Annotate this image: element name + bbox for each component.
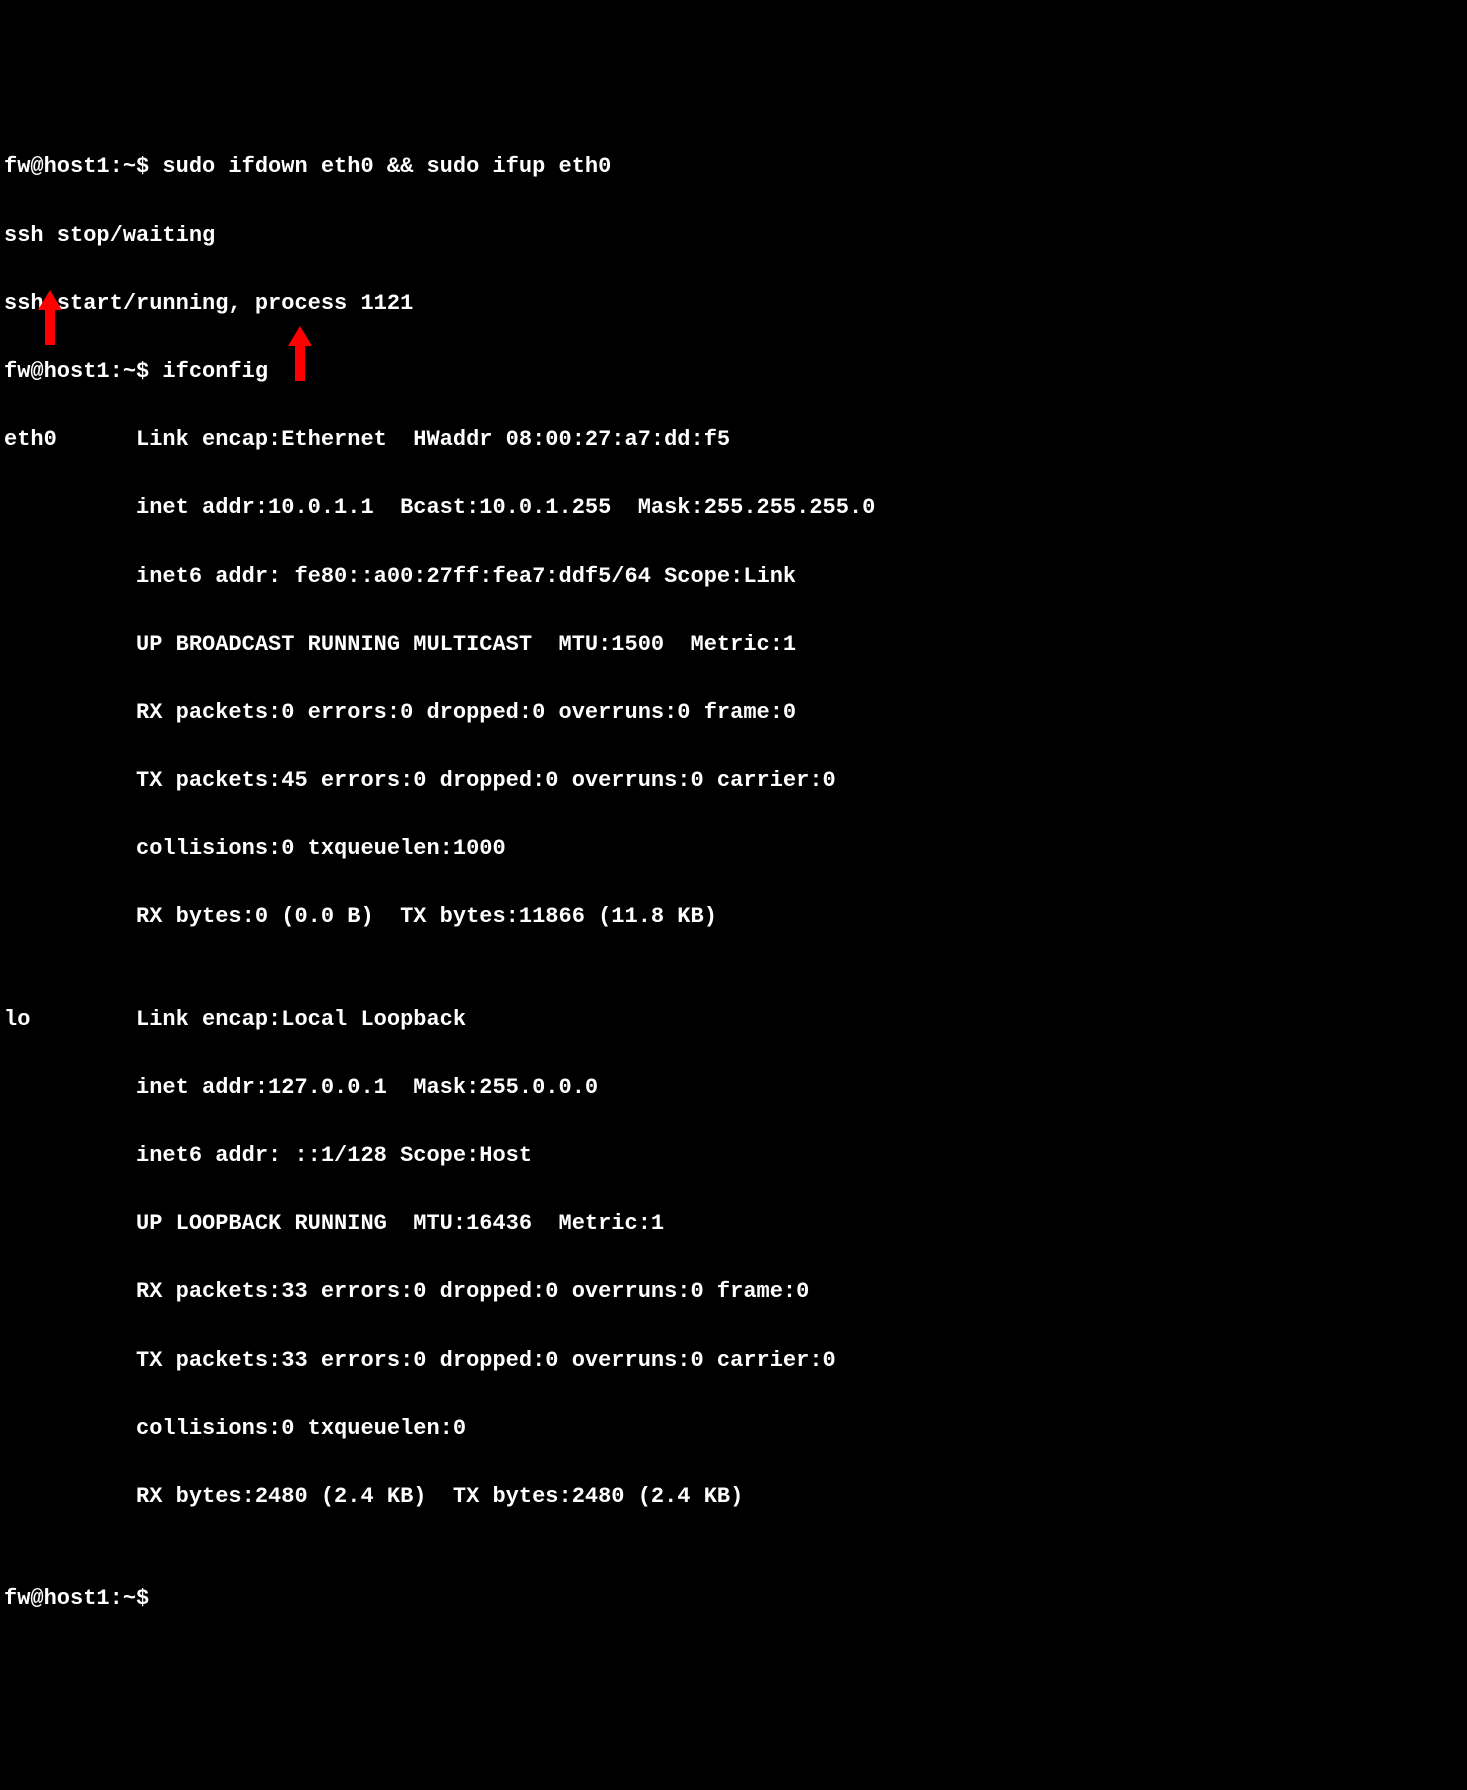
terminal-line: RX bytes:0 (0.0 B) TX bytes:11866 (11.8 …: [4, 900, 1463, 934]
terminal-line: ssh stop/waiting: [4, 219, 1463, 253]
terminal-line: lo Link encap:Local Loopback: [4, 1003, 1463, 1037]
terminal-line: inet6 addr: fe80::a00:27ff:fea7:ddf5/64 …: [4, 560, 1463, 594]
terminal-line: inet addr:127.0.0.1 Mask:255.0.0.0: [4, 1071, 1463, 1105]
terminal-line: collisions:0 txqueuelen:1000: [4, 832, 1463, 866]
terminal-line: TX packets:33 errors:0 dropped:0 overrun…: [4, 1344, 1463, 1378]
terminal-line: UP LOOPBACK RUNNING MTU:16436 Metric:1: [4, 1207, 1463, 1241]
terminal-line: RX packets:33 errors:0 dropped:0 overrun…: [4, 1275, 1463, 1309]
terminal-line: RX packets:0 errors:0 dropped:0 overruns…: [4, 696, 1463, 730]
terminal-line: ssh start/running, process 1121: [4, 287, 1463, 321]
terminal-line: fw@host1:~$ ifconfig: [4, 355, 1463, 389]
terminal-line: inet6 addr: ::1/128 Scope:Host: [4, 1139, 1463, 1173]
terminal-line: UP BROADCAST RUNNING MULTICAST MTU:1500 …: [4, 628, 1463, 662]
terminal-prompt[interactable]: fw@host1:~$: [4, 1582, 1463, 1616]
terminal-line: fw@host1:~$ sudo ifdown eth0 && sudo ifu…: [4, 150, 1463, 184]
terminal-line: collisions:0 txqueuelen:0: [4, 1412, 1463, 1446]
terminal-line: inet addr:10.0.1.1 Bcast:10.0.1.255 Mask…: [4, 491, 1463, 525]
terminal-line: RX bytes:2480 (2.4 KB) TX bytes:2480 (2.…: [4, 1480, 1463, 1514]
terminal-line: eth0 Link encap:Ethernet HWaddr 08:00:27…: [4, 423, 1463, 457]
annotation-arrow-icon: [288, 258, 314, 415]
terminal-line: TX packets:45 errors:0 dropped:0 overrun…: [4, 764, 1463, 798]
